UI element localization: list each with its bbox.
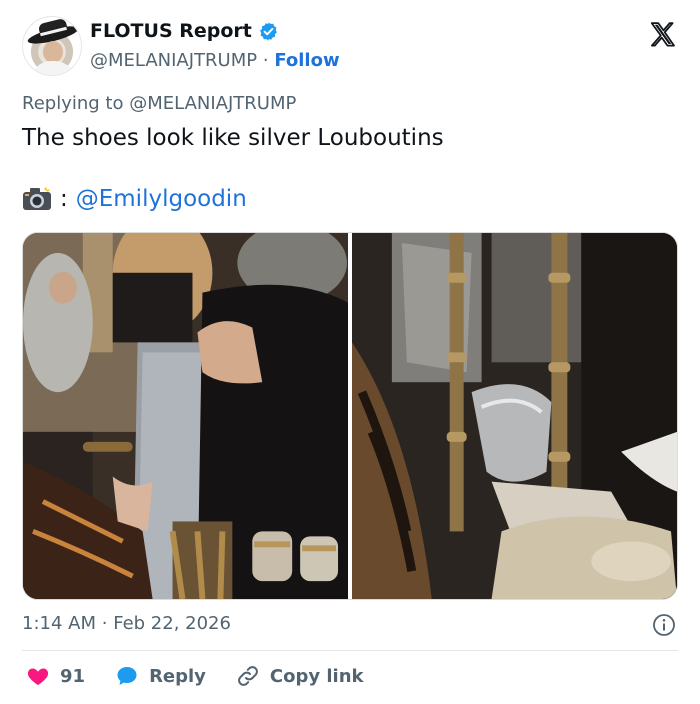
reply-button[interactable]: Reply (115, 664, 206, 688)
like-button[interactable]: 91 (26, 664, 85, 688)
photo-credit: : @Emilylgoodin (22, 186, 247, 212)
replying-to: Replying to @MELANIAJTRUMP (22, 93, 296, 114)
like-count: 91 (60, 665, 86, 687)
photo-left-image (23, 233, 348, 599)
tweet-date: Feb 22, 2026 (113, 613, 231, 634)
tweet-header: FLOTUS Report @MELANIAJTRUMP · Follow (22, 14, 682, 78)
media-grid (22, 232, 678, 600)
photo-right[interactable] (352, 233, 677, 599)
photo-left[interactable] (23, 233, 348, 599)
photo-right-image (352, 233, 677, 599)
time-separator: · (101, 613, 108, 634)
speech-bubble-icon (117, 667, 137, 685)
heart-icon (27, 668, 49, 685)
credit-handle[interactable]: @Emilylgoodin (76, 186, 247, 212)
divider (22, 650, 678, 651)
avatar[interactable] (22, 16, 82, 76)
tweet-text: The shoes look like silver Louboutins (22, 125, 444, 151)
replying-prefix: Replying to (22, 93, 124, 114)
follow-button[interactable]: Follow (274, 50, 339, 71)
author-name[interactable]: FLOTUS Report (90, 20, 252, 42)
tweet-time: 1:14 AM (22, 613, 96, 634)
reply-label: Reply (149, 665, 206, 687)
author-name-row[interactable]: FLOTUS Report (90, 20, 279, 42)
replying-handle[interactable]: @MELANIAJTRUMP (129, 93, 296, 114)
credit-separator: : (60, 186, 68, 212)
author-handle-row: @MELANIAJTRUMP · Follow (90, 50, 340, 71)
handle-separator: · (262, 50, 269, 71)
camera-icon (23, 187, 51, 210)
x-logo-icon[interactable] (648, 20, 678, 50)
action-bar: 91 Reply Copy link (26, 664, 394, 688)
info-icon[interactable] (652, 613, 676, 637)
copy-link-label: Copy link (269, 665, 364, 687)
link-icon (238, 666, 258, 686)
timestamp[interactable]: 1:14 AM · Feb 22, 2026 (22, 613, 231, 634)
copy-link-button[interactable]: Copy link (236, 664, 364, 688)
verified-badge-icon (259, 21, 277, 41)
author-handle[interactable]: @MELANIAJTRUMP (90, 50, 257, 71)
